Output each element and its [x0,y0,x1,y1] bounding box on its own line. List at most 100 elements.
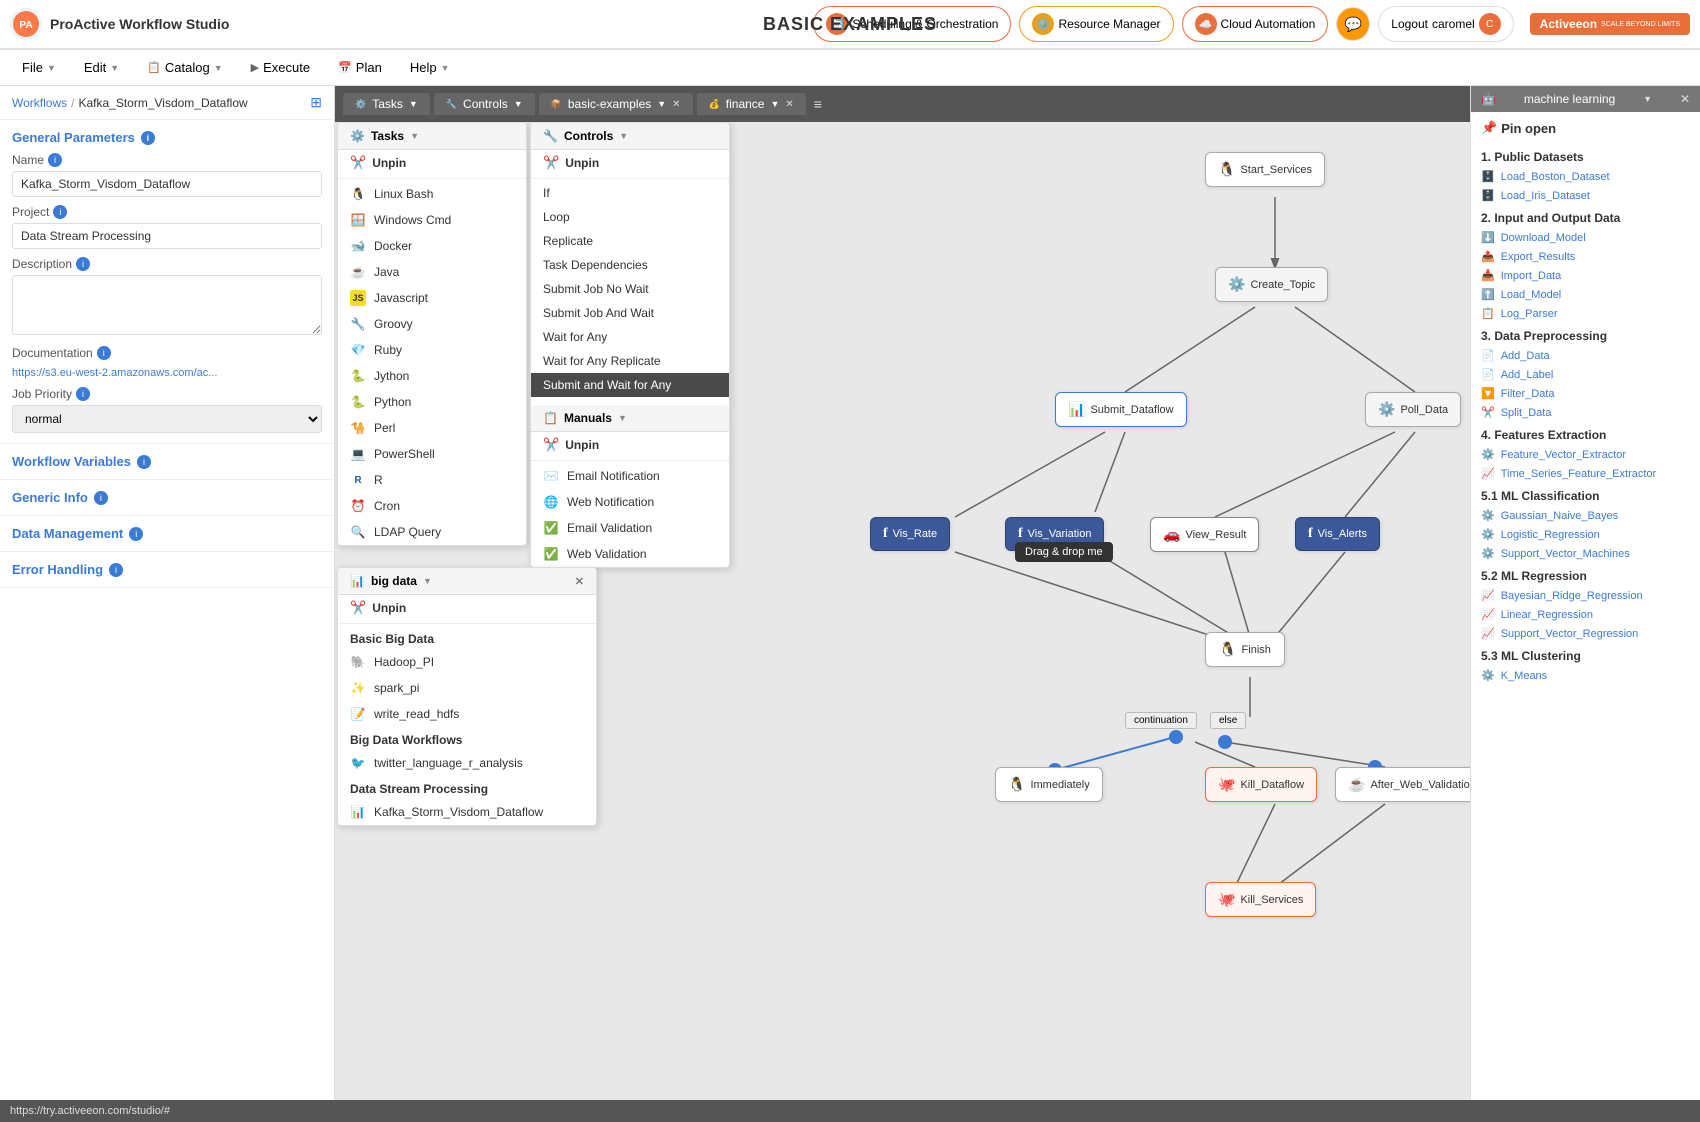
task-python[interactable]: 🐍Python [338,389,526,415]
notification-button[interactable]: 💬 [1336,7,1370,41]
write-read-hdfs[interactable]: 📝write_read_hdfs [338,701,596,727]
workflow-vars-section[interactable]: Workflow Variables i [0,444,334,480]
load-iris[interactable]: 🗄️Load_Iris_Dataset [1481,186,1690,205]
task-powershell[interactable]: 💻PowerShell [338,441,526,467]
menu-plan[interactable]: 📅 Plan [326,56,394,79]
k-means[interactable]: ⚙️K_Means [1481,666,1690,685]
kafka-storm[interactable]: 📊Kafka_Storm_Visdom_Dataflow [338,799,596,825]
task-perl[interactable]: 🐪Perl [338,415,526,441]
general-params-title[interactable]: General Parameters i [12,130,322,145]
linear-reg[interactable]: 📈Linear_Regression [1481,605,1690,624]
node-create-topic[interactable]: ⚙️ Create_Topic [1215,267,1328,302]
control-wait-any-replicate[interactable]: Wait for Any Replicate [531,349,729,373]
node-immediately[interactable]: 🐧 Immediately [995,767,1103,802]
manual-email-validation[interactable]: ✅Email Validation [531,515,729,541]
control-submit-no-wait[interactable]: Submit Job No Wait [531,277,729,301]
pin-open-title[interactable]: 📌 Pin open [1471,112,1700,140]
svm[interactable]: ⚙️Support_Vector_Machines [1481,544,1690,563]
manuals-unpin[interactable]: ✂️ Unpin [531,432,729,458]
tab-tasks[interactable]: ⚙️ Tasks ▼ [343,93,430,115]
task-r[interactable]: RR [338,467,526,493]
node-kill-dataflow[interactable]: 🐙 Kill_Dataflow [1205,767,1317,802]
hadoop-pi[interactable]: 🐘Hadoop_PI [338,649,596,675]
import-data[interactable]: 📥Import_Data [1481,266,1690,285]
task-groovy[interactable]: 🔧Groovy [338,311,526,337]
menu-catalog[interactable]: 📋 Catalog ▼ [135,56,234,79]
documentation-link[interactable]: https://s3.eu-west-2.amazonaws.com/ac... [12,367,217,379]
node-after-web-validation[interactable]: ☕ After_Web_Validation [1335,767,1470,802]
finance-tab-close[interactable]: ✕ [785,99,793,110]
svr[interactable]: 📈Support_Vector_Regression [1481,624,1690,643]
menu-execute[interactable]: ▶ Execute [239,56,322,79]
feature-vector[interactable]: ⚙️Feature_Vector_Extractor [1481,445,1690,464]
node-submit-dataflow[interactable]: 📊 Submit_Dataflow [1055,392,1187,427]
tab-settings-icon[interactable]: ≡ [814,96,822,112]
task-ldap[interactable]: 🔍LDAP Query [338,519,526,545]
task-windows-cmd[interactable]: 🪟Windows Cmd [338,207,526,233]
data-management-section[interactable]: Data Management i [0,516,334,552]
export-results[interactable]: 📤Export_Results [1481,247,1690,266]
manual-email-notif[interactable]: ✉️Email Notification [531,463,729,489]
basic-examples-tab-close[interactable]: ✕ [672,99,680,110]
log-parser[interactable]: 📋Log_Parser [1481,304,1690,323]
description-input[interactable] [12,275,322,335]
add-label[interactable]: 📄Add_Label [1481,365,1690,384]
control-wait-any[interactable]: Wait for Any [531,325,729,349]
control-submit-wait-any[interactable]: Submit and Wait for Any [531,373,729,397]
node-view-result[interactable]: 🚗 View_Result [1150,517,1259,552]
node-kill-services[interactable]: 🐙 Kill_Services [1205,882,1316,917]
task-cron[interactable]: ⏰Cron [338,493,526,519]
twitter-analysis[interactable]: 🐦twitter_language_r_analysis [338,750,596,776]
tab-finance[interactable]: 💰 finance ▼ ✕ [697,93,806,115]
spark-pi[interactable]: ✨spark_pi [338,675,596,701]
bayesian-ridge[interactable]: 📈Bayesian_Ridge_Regression [1481,586,1690,605]
logout-button[interactable]: Logout caromel C [1378,6,1513,42]
control-task-deps[interactable]: Task Dependencies [531,253,729,277]
project-input[interactable] [12,223,322,249]
task-javascript[interactable]: JSJavascript [338,285,526,311]
tasks-unpin[interactable]: ✂️ Unpin [338,150,526,176]
control-if[interactable]: If [531,181,729,205]
task-java[interactable]: ☕Java [338,259,526,285]
menu-file[interactable]: File ▼ [10,56,68,79]
manual-web-validation[interactable]: ✅Web Validation [531,541,729,567]
add-data[interactable]: 📄Add_Data [1481,346,1690,365]
node-finish[interactable]: 🐧 Finish [1205,632,1285,667]
node-start-services[interactable]: 🐧 Start_Services [1205,152,1325,187]
load-boston[interactable]: 🗄️Load_Boston_Dataset [1481,167,1690,186]
tab-controls[interactable]: 🔧 Controls ▼ [434,93,535,115]
tab-basic-examples[interactable]: 📦 basic-examples ▼ ✕ [539,93,693,115]
job-priority-select[interactable]: normal [12,405,322,433]
control-loop[interactable]: Loop [531,205,729,229]
node-poll-data[interactable]: ⚙️ Poll_Data [1365,392,1461,427]
big-data-unpin[interactable]: ✂️ Unpin [338,595,596,621]
menu-help[interactable]: Help ▼ [398,56,462,79]
control-replicate[interactable]: Replicate [531,229,729,253]
filter-data[interactable]: 🔽Filter_Data [1481,384,1690,403]
big-data-close[interactable]: ✕ [575,575,584,588]
load-model[interactable]: ⬆️Load_Model [1481,285,1690,304]
manual-web-notif[interactable]: 🌐Web Notification [531,489,729,515]
task-ruby[interactable]: 💎Ruby [338,337,526,363]
time-series[interactable]: 📈Time_Series_Feature_Extractor [1481,464,1690,483]
error-handling-section[interactable]: Error Handling i [0,552,334,588]
controls-unpin[interactable]: ✂️ Unpin [531,150,729,176]
menu-edit[interactable]: Edit ▼ [72,56,131,79]
cloud-automation-button[interactable]: ☁️ Cloud Automation [1182,6,1329,42]
task-jython[interactable]: 🐍Jython [338,363,526,389]
control-submit-and-wait[interactable]: Submit Job And Wait [531,301,729,325]
logistic-reg[interactable]: ⚙️Logistic_Regression [1481,525,1690,544]
workflow-canvas[interactable]: 🐧 Start_Services ⚙️ Create_Topic 📊 Submi… [335,122,1470,1100]
grid-icon[interactable]: ⊞ [310,94,322,111]
gaussian-nb[interactable]: ⚙️Gaussian_Naive_Bayes [1481,506,1690,525]
download-model[interactable]: ⬇️Download_Model [1481,228,1690,247]
task-docker[interactable]: 🐋Docker [338,233,526,259]
name-input[interactable] [12,171,322,197]
node-vis-alerts[interactable]: f Vis_Alerts [1295,517,1380,551]
resource-manager-button[interactable]: ⚙️ Resource Manager [1019,6,1173,42]
task-linux-bash[interactable]: 🐧Linux Bash [338,181,526,207]
split-data[interactable]: ✂️Split_Data [1481,403,1690,422]
right-panel-close[interactable]: ✕ [1680,92,1690,106]
breadcrumb-workflows[interactable]: Workflows [12,96,67,110]
node-vis-rate[interactable]: f Vis_Rate [870,517,950,551]
